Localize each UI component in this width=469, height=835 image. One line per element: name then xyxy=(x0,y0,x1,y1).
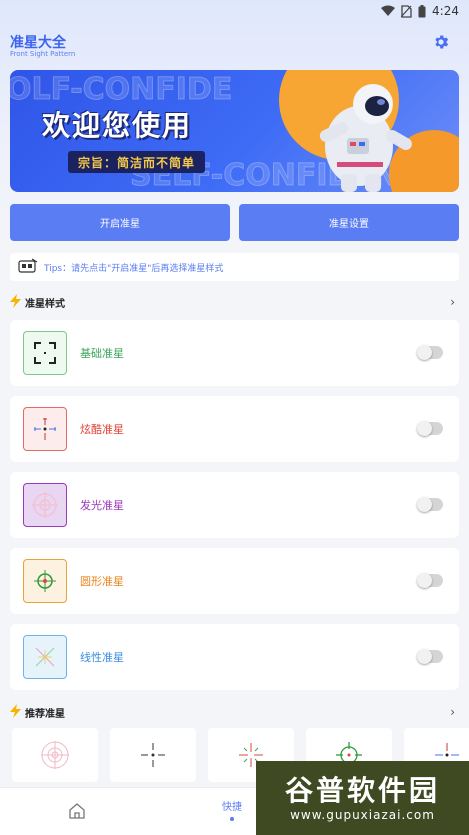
linear-crosshair-toggle[interactable] xyxy=(417,649,443,664)
app-title: 准星大全 xyxy=(10,35,66,51)
nav-home[interactable] xyxy=(68,802,86,824)
welcome-banner[interactable]: OLF-CONFIDE SELF-CONFIDEN 欢迎您使用 宗旨：简洁而不简… xyxy=(10,70,459,192)
battery-icon xyxy=(418,4,426,18)
circle-crosshair-icon xyxy=(23,559,67,603)
wifi-icon xyxy=(381,5,396,17)
tips-bar: Tips：请先点击"开启准星"后再选择准星样式 xyxy=(10,253,459,281)
nav-quick-label: 快捷 xyxy=(222,802,242,813)
banner-title: 欢迎您使用 xyxy=(42,109,193,142)
cool-crosshair-toggle[interactable] xyxy=(417,421,443,436)
app-header: 准星大全 Front Sight Pattern xyxy=(10,28,459,64)
basic-crosshair-toggle[interactable] xyxy=(417,345,443,360)
crosshair-card-circle[interactable]: 圆形准星 xyxy=(10,548,459,614)
nav-quick[interactable]: 快捷 xyxy=(222,798,242,821)
banner-bg-text: OLF-CONFIDE xyxy=(10,72,233,108)
crosshair-settings-button[interactable]: 准星设置 xyxy=(239,204,459,241)
crosshair-card-glow[interactable]: 发光准星 xyxy=(10,472,459,538)
settings-button[interactable] xyxy=(427,30,455,58)
tips-text: Tips：请先点击"开启准星"后再选择准星样式 xyxy=(44,263,224,274)
status-bar: 4:24 xyxy=(0,0,469,22)
circle-crosshair-toggle[interactable] xyxy=(417,573,443,588)
watermark-title: 谷普软件园 xyxy=(284,774,440,807)
crosshair-card-linear[interactable]: 线性准星 xyxy=(10,624,459,690)
styles-section-title: 准星样式 xyxy=(25,298,65,310)
astronaut-illustration xyxy=(289,76,419,192)
crosshair-card-label: 基础准星 xyxy=(80,347,124,360)
recommended-section-title: 推荐准星 xyxy=(25,708,65,720)
crosshair-card-label: 炫酷准星 xyxy=(80,423,124,436)
crosshair-card-label: 发光准星 xyxy=(80,499,124,512)
crosshair-card-cool[interactable]: 炫酷准星 xyxy=(10,396,459,462)
chevron-right-icon: › xyxy=(450,705,455,719)
nav-active-indicator xyxy=(230,817,234,821)
crosshair-card-label: 圆形准星 xyxy=(80,575,124,588)
watermark: 谷普软件园 www.gupuxiazai.com xyxy=(256,761,469,835)
styles-section-header[interactable]: 准星样式 › xyxy=(10,293,459,311)
cool-crosshair-icon xyxy=(23,407,67,451)
recommended-section-header[interactable]: 推荐准星 › xyxy=(10,703,459,721)
tips-icon xyxy=(18,257,38,277)
crosshair-card-label: 线性准星 xyxy=(80,651,124,664)
lightning-icon xyxy=(10,703,21,721)
start-crosshair-button[interactable]: 开启准星 xyxy=(10,204,230,241)
glow-crosshair-toggle[interactable] xyxy=(417,497,443,512)
gear-icon xyxy=(432,33,450,55)
banner-tagline: 宗旨：简洁而不简单 xyxy=(68,151,206,173)
app-subtitle: Front Sight Pattern xyxy=(10,50,76,58)
lightning-icon xyxy=(10,293,21,311)
linear-crosshair-icon xyxy=(23,635,67,679)
chevron-right-icon: › xyxy=(450,295,455,309)
no-sim-icon xyxy=(401,4,412,18)
watermark-url: www.gupuxiazai.com xyxy=(290,808,435,822)
crosshair-card-basic[interactable]: 基础准星 xyxy=(10,320,459,386)
recommended-item[interactable] xyxy=(110,728,196,782)
glow-crosshair-icon xyxy=(23,483,67,527)
recommended-item[interactable] xyxy=(12,728,98,782)
status-time: 4:24 xyxy=(432,4,459,18)
home-icon xyxy=(68,803,86,824)
basic-crosshair-icon xyxy=(23,331,67,375)
